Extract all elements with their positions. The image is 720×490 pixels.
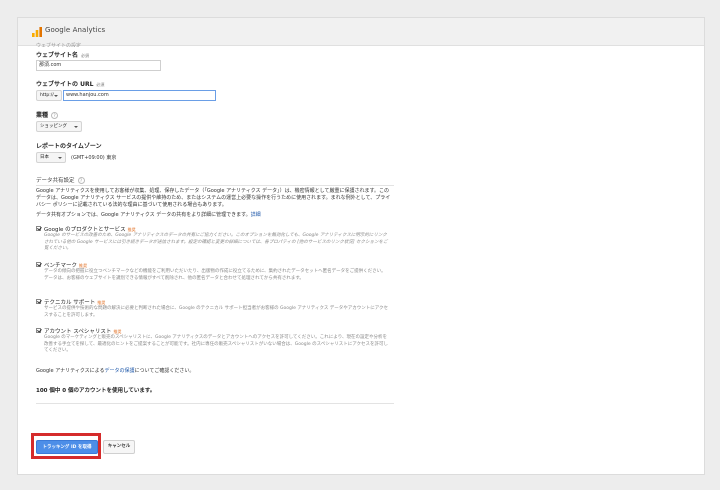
option-description: データの傾向の把握に役立つベンチマークなどの機能をご利用いただいたり、出版物の作…	[44, 269, 386, 281]
checkbox-technical-support[interactable]	[36, 298, 42, 304]
chevron-down-icon	[54, 95, 58, 97]
sharing-intro: Google アナリティクスを使用してお客様が収集、処理、保存したデータ（「Go…	[36, 188, 391, 209]
option-description: Google のマーケティングと販売のスペシャリストに、Google アナリティ…	[44, 335, 389, 354]
required-badge: 必須	[81, 53, 90, 58]
option-title: ベンチマーク 推奨	[44, 263, 88, 269]
section-heading-cut: ウェブサイトの設定	[36, 43, 82, 47]
chevron-down-icon	[74, 126, 78, 128]
option-description: サービスの提供や技術的な問題の解決に必要と判断された場合に、Google のテク…	[44, 306, 389, 318]
check-icon	[37, 327, 42, 333]
required-badge: 必須	[96, 82, 105, 87]
website-url-label: ウェブサイトの URL 必須	[36, 81, 105, 88]
option-title: アカウント スペシャリスト 推奨	[44, 329, 122, 335]
website-name-label: ウェブサイト名 必須	[36, 52, 90, 59]
industry-select[interactable]: ショッピング	[36, 121, 82, 132]
data-protection-link[interactable]: データの保護	[105, 368, 135, 374]
website-url-input[interactable]: www.hanjou.com	[63, 90, 216, 101]
analytics-logo-icon	[32, 27, 42, 37]
cancel-button[interactable]: キャンセル	[103, 440, 135, 454]
help-icon[interactable]: ?	[51, 112, 59, 119]
divider	[36, 185, 394, 186]
sharing-title: データ共有設定?	[36, 176, 85, 184]
recommended-badge: 推奨	[97, 300, 106, 305]
timezone-label: レポートのタイムゾーン	[36, 143, 102, 150]
top-bar: Google Analytics	[18, 18, 704, 46]
option-title: テクニカル サポート 推奨	[44, 300, 106, 306]
option-title: Google のプロダクトとサービス 推奨	[44, 227, 136, 233]
divider	[36, 403, 394, 404]
chevron-down-icon	[58, 157, 62, 159]
timezone-zone: (GMT+09:00) 東京	[71, 155, 117, 161]
website-name-input[interactable]: 那須.com	[36, 60, 161, 71]
data-protection-text: Google アナリティクスによるデータの保護についてご確認ください。	[36, 368, 195, 374]
help-icon[interactable]: ?	[77, 177, 85, 184]
timezone-country-select[interactable]: 日本	[36, 152, 66, 163]
checkbox-benchmarking[interactable]	[36, 261, 42, 267]
option-description: Google のサービスの改善のため、Google アナリティクスのデータの共有…	[44, 233, 388, 252]
checkbox-account-specialist[interactable]	[36, 327, 42, 333]
industry-label: 業種?	[36, 110, 59, 119]
checkbox-google-products[interactable]	[36, 225, 42, 231]
recommended-badge: 推奨	[127, 227, 136, 232]
highlight-box	[31, 433, 101, 459]
learn-more-link[interactable]: 詳細	[251, 212, 261, 218]
recommended-badge: 推奨	[79, 263, 88, 268]
protocol-select[interactable]: http://	[36, 90, 62, 101]
sharing-manage-text: データ共有オプションでは、Google アナリティクス データの共有をより詳細に…	[36, 212, 261, 218]
check-icon	[37, 298, 42, 304]
logo-text: Google Analytics	[45, 26, 106, 34]
accounts-used: 100 個中 0 個のアカウントを使用しています。	[36, 388, 156, 394]
check-icon	[37, 225, 42, 231]
browser-frame: Google Analytics ウェブサイトの設定 ウェブサイト名 必須 那須.…	[17, 17, 705, 475]
recommended-badge: 推奨	[113, 329, 122, 334]
check-icon	[37, 261, 42, 267]
